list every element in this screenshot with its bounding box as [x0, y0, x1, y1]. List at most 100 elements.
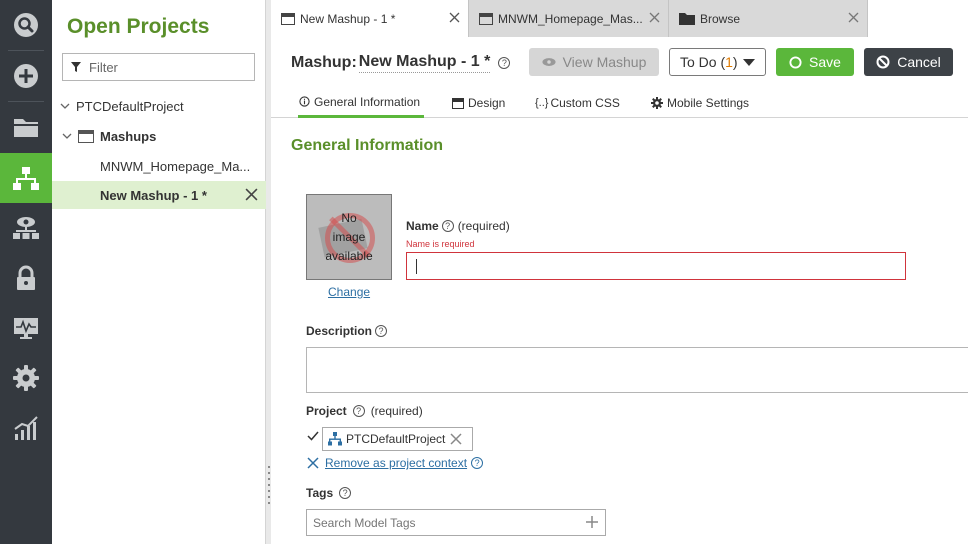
subtab-label: Mobile Settings — [667, 96, 750, 110]
required-text: (required) — [370, 404, 423, 418]
close-icon[interactable] — [450, 433, 462, 445]
image-text-line: image — [332, 229, 366, 244]
tab-homepage-mashup[interactable]: MNWM_Homepage_Mas... — [469, 0, 669, 37]
tab-label: New Mashup - 1 * — [300, 11, 396, 26]
name-field[interactable] — [406, 252, 906, 280]
open-projects-panel: Open Projects Filter PTCDefaultProject M… — [52, 0, 266, 544]
add-icon[interactable] — [585, 515, 599, 529]
search-icon[interactable] — [0, 0, 52, 50]
monitor-eye-icon[interactable] — [0, 203, 52, 253]
todo-label: To Do ( — [680, 54, 726, 70]
help-icon[interactable]: ? — [471, 457, 484, 469]
filter-placeholder: Filter — [89, 59, 118, 75]
todo-count: 1 — [725, 54, 733, 70]
project-chip-label: PTCDefaultProject — [346, 432, 446, 446]
add-icon[interactable] — [0, 51, 52, 101]
filter-icon — [71, 62, 81, 72]
mashup-icon — [78, 129, 94, 143]
section-title: General Information — [291, 137, 444, 154]
tags-label-text: Tags — [306, 486, 334, 500]
tree-item-label: MNWM_Homepage_Ma... — [100, 158, 251, 174]
save-label: Save — [809, 54, 841, 70]
tree-project-label: PTCDefaultProject — [76, 98, 184, 114]
cancel-label: Cancel — [897, 54, 941, 70]
todo-dropdown[interactable]: To Do (1) — [669, 48, 766, 76]
todo-close: ) — [732, 54, 738, 70]
tab-design[interactable]: Design — [452, 88, 505, 118]
tree-item-selected[interactable]: New Mashup - 1 * — [52, 181, 266, 209]
tree-project[interactable]: PTCDefaultProject — [52, 92, 266, 120]
name-label-text: Name — [406, 219, 439, 233]
project-icon — [328, 432, 342, 446]
circle-icon — [789, 55, 802, 69]
mashup-icon[interactable] — [0, 153, 52, 203]
close-icon[interactable] — [649, 12, 660, 23]
folder-icon — [679, 13, 695, 25]
chevron-down-icon — [743, 59, 755, 66]
tab-custom-css[interactable]: {..} Custom CSS — [535, 88, 620, 118]
eye-icon — [542, 58, 556, 66]
subtab-label: Custom CSS — [550, 96, 620, 110]
save-button[interactable]: Save — [776, 48, 854, 76]
tags-search[interactable] — [306, 509, 606, 536]
tab-label: Browse — [700, 11, 741, 26]
css-icon: {..} — [535, 97, 549, 109]
subtab-label: Design — [468, 96, 506, 110]
help-icon[interactable]: ? — [339, 487, 352, 499]
tree-item[interactable]: MNWM_Homepage_Ma... — [52, 152, 266, 180]
tree-group-mashups[interactable]: Mashups — [52, 122, 266, 150]
project-label: Project ? (required) — [306, 404, 423, 418]
required-text: (required) — [457, 219, 510, 233]
view-mashup-button[interactable]: View Mashup — [529, 48, 659, 76]
mashup-icon — [479, 12, 493, 25]
mashup-image: No image available — [306, 194, 392, 280]
mashup-icon — [452, 97, 464, 109]
close-icon[interactable] — [449, 12, 460, 23]
tree-group-label: Mashups — [100, 128, 157, 144]
gear-icon[interactable] — [0, 353, 52, 403]
tab-general-information[interactable]: General Information — [298, 88, 424, 118]
project-label-text: Project — [306, 404, 347, 418]
cancel-button[interactable]: Cancel — [864, 48, 953, 76]
chevron-down-icon[interactable] — [62, 131, 72, 141]
close-icon[interactable] — [848, 12, 859, 23]
tab-mobile-settings[interactable]: Mobile Settings — [651, 88, 749, 118]
remove-link-label: Remove as project context — [325, 456, 468, 470]
mashup-name[interactable]: New Mashup - 1 * — [358, 53, 491, 73]
project-chip[interactable]: PTCDefaultProject — [322, 427, 473, 451]
panel-splitter[interactable] — [266, 0, 271, 544]
monitoring-icon[interactable] — [0, 303, 52, 353]
analytics-icon[interactable] — [0, 403, 52, 453]
subtab-label: General Information — [314, 94, 421, 109]
info-icon — [299, 96, 310, 107]
description-field[interactable] — [306, 347, 968, 393]
filter-input[interactable]: Filter — [62, 53, 255, 81]
gear-icon — [651, 97, 663, 109]
remove-project-context-link[interactable]: Remove as project context ? — [307, 456, 484, 470]
close-icon[interactable] — [245, 188, 258, 201]
name-label: Name ? (required) — [406, 219, 510, 233]
tab-new-mashup[interactable]: New Mashup - 1 * — [271, 0, 469, 37]
tab-browse[interactable]: Browse — [669, 0, 868, 37]
image-text-line: No — [341, 210, 357, 225]
panel-title: Open Projects — [67, 15, 210, 38]
tab-bar: New Mashup - 1 * MNWM_Homepage_Mas... Br… — [271, 0, 968, 37]
chevron-down-icon[interactable] — [60, 101, 70, 111]
close-icon — [307, 457, 319, 469]
cancel-icon — [876, 55, 890, 69]
mashup-prefix: Mashup: — [291, 54, 357, 71]
name-error: Name is required — [406, 239, 475, 249]
folder-icon[interactable] — [0, 102, 52, 152]
change-image-link[interactable]: Change — [328, 285, 370, 299]
description-label-text: Description — [306, 324, 373, 338]
tags-search-input[interactable] — [313, 515, 573, 530]
lock-icon[interactable] — [0, 253, 52, 303]
tags-label: Tags ? — [306, 486, 355, 500]
help-icon[interactable]: ? — [498, 57, 511, 69]
sub-tabs: General Information Design {..} Custom C… — [271, 88, 968, 118]
help-icon[interactable]: ? — [441, 220, 454, 232]
view-mashup-label: View Mashup — [562, 54, 647, 70]
help-icon[interactable]: ? — [375, 325, 388, 337]
help-icon[interactable]: ? — [352, 405, 365, 417]
image-text-line: available — [325, 248, 373, 263]
